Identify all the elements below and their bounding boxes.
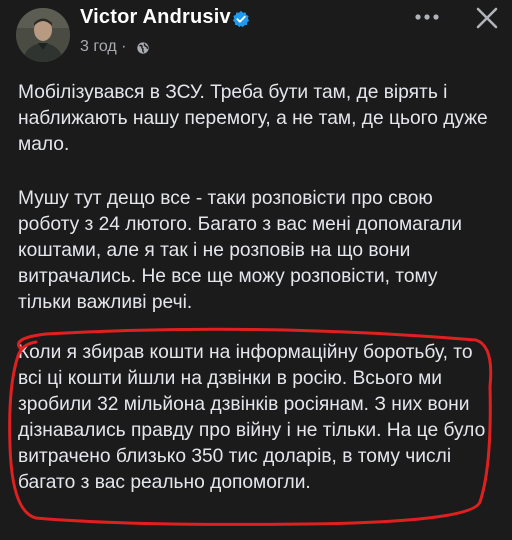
post-paragraph: Мобілізувався в ЗСУ. Треба бути там, де … bbox=[18, 82, 488, 155]
post-time[interactable]: 3 год · bbox=[80, 38, 126, 56]
author-name[interactable]: Victor Andrusiv bbox=[80, 6, 231, 29]
highlighted-section: Коли я збирав кошти на інформаційну боро… bbox=[8, 327, 496, 526]
more-options-icon[interactable] bbox=[414, 10, 440, 24]
verified-badge-icon bbox=[232, 10, 250, 28]
globe-icon bbox=[137, 42, 149, 54]
post-text: Мобілізувався в ЗСУ. Треба бути там, де … bbox=[8, 80, 496, 526]
close-icon[interactable] bbox=[476, 7, 498, 29]
post-paragraph: Мушу тут дещо все - таки розповісти про … bbox=[18, 188, 462, 313]
post-paragraph: Коли я збирав кошти на інформаційну боро… bbox=[18, 342, 486, 493]
avatar[interactable] bbox=[16, 8, 70, 62]
post-header: Victor Andrusiv 3 год · bbox=[0, 0, 512, 70]
